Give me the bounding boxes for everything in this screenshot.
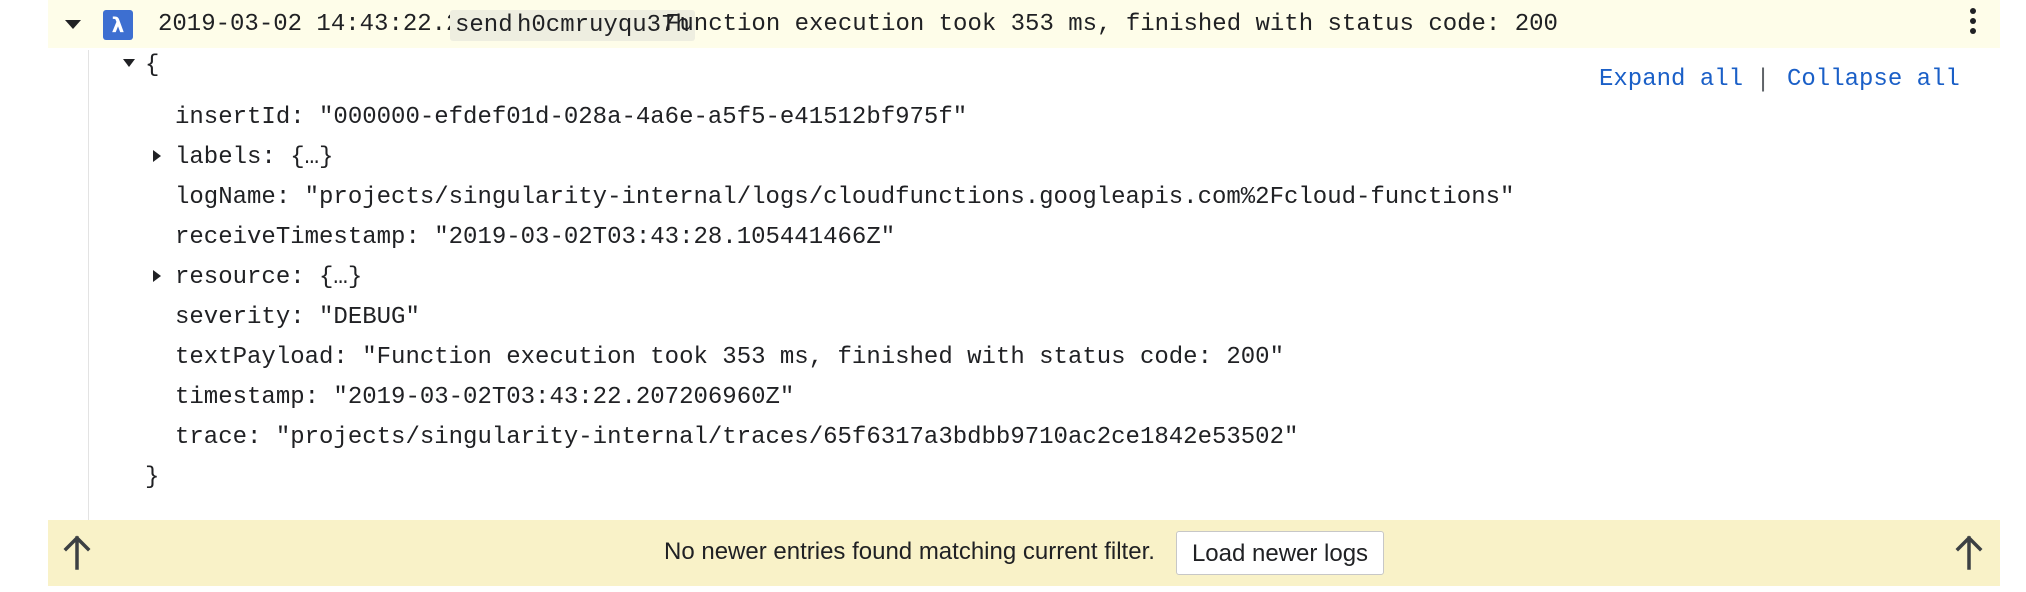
payload-field-severity: severity: "DEBUG" — [175, 304, 420, 331]
cloud-function-icon: λ — [103, 10, 133, 40]
more-vert-icon[interactable] — [1968, 8, 1978, 40]
expand-all-link[interactable]: Expand all — [1599, 66, 1743, 94]
log-entry-payload: { Expand all | Collapse all insertId: "0… — [88, 50, 2001, 520]
payload-field-insertid: insertId: "000000-efdef01d-028a-4a6e-a5f… — [175, 104, 968, 131]
open-brace: { — [145, 52, 160, 79]
payload-field-logname: logName: "projects/singularity-internal/… — [175, 184, 1515, 211]
load-newer-logs-button[interactable]: Load newer logs — [1176, 531, 1384, 575]
close-brace: } — [145, 464, 160, 491]
collapse-all-link[interactable]: Collapse all — [1787, 66, 1960, 94]
payload-field-resource[interactable]: resource: {…} — [175, 264, 362, 292]
log-viewer: λ 2019-03-02 14:43:22.207 AEDT send h0cm… — [0, 0, 2026, 592]
payload-field-timestamp: timestamp: "2019-03-02T03:43:22.20720696… — [175, 384, 795, 411]
expand-labels-icon[interactable] — [153, 150, 161, 162]
entry-summary: Function execution took 353 ms, finished… — [665, 11, 1558, 38]
no-newer-entries-message: No newer entries found matching current … — [664, 538, 1155, 565]
collapse-entry-icon[interactable] — [65, 20, 81, 29]
payload-field-receivetimestamp: receiveTimestamp: "2019-03-02T03:43:28.1… — [175, 224, 896, 251]
expand-resource-icon[interactable] — [153, 270, 161, 282]
log-entry-header[interactable]: λ 2019-03-02 14:43:22.207 AEDT send h0cm… — [48, 0, 2000, 48]
scroll-to-top-icon[interactable] — [62, 534, 92, 572]
link-separator: | — [1759, 64, 1768, 92]
no-newer-entries-bar: No newer entries found matching current … — [48, 520, 2000, 586]
payload-field-labels[interactable]: labels: {…} — [175, 144, 333, 172]
payload-field-textpayload: textPayload: "Function execution took 35… — [175, 344, 1284, 371]
payload-field-trace: trace: "projects/singularity-internal/tr… — [175, 424, 1299, 451]
scroll-to-top-icon-right[interactable] — [1954, 534, 1984, 572]
collapse-object-icon[interactable] — [123, 59, 135, 67]
function-name-chip[interactable]: send — [450, 10, 518, 41]
